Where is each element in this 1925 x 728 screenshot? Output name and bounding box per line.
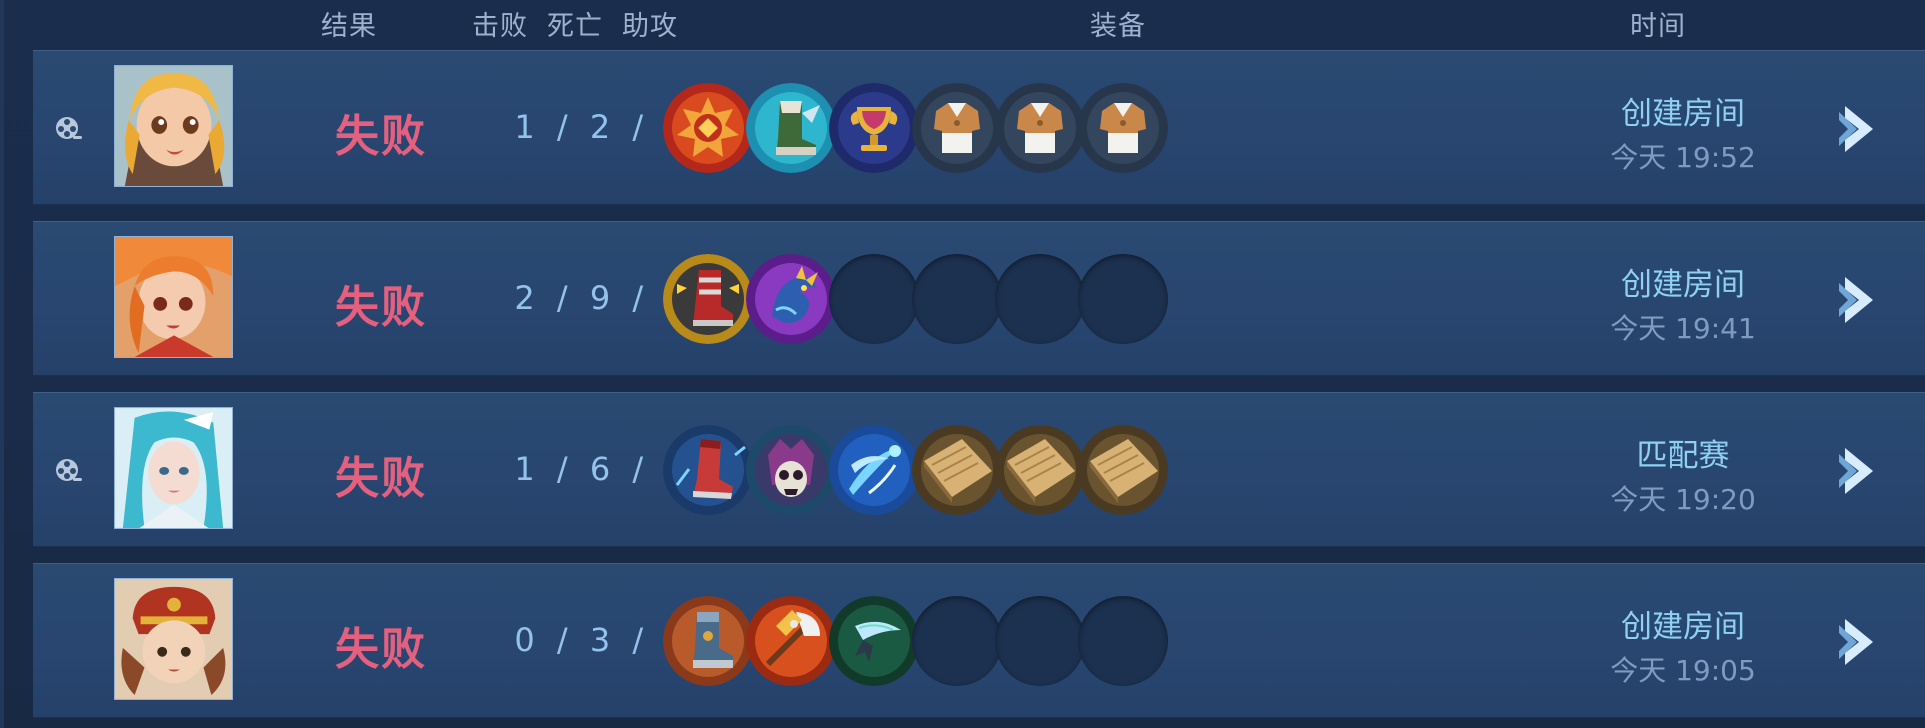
empty-item-slot — [912, 596, 1002, 686]
leather-armor-icon[interactable] — [912, 83, 1002, 173]
empty-item-slot — [912, 254, 1002, 344]
match-result: 失败 — [335, 282, 427, 333]
purple-dragon-icon[interactable] — [746, 254, 836, 344]
header-kills: 击败 — [472, 11, 528, 42]
game-mode: 匹配赛 — [1636, 438, 1730, 474]
chevron-right-icon[interactable] — [1833, 613, 1885, 671]
header-assists: 助攻 — [622, 11, 678, 42]
chevron-right-icon[interactable] — [1833, 442, 1885, 500]
winged-boots-icon[interactable] — [746, 83, 836, 173]
header-result: 结果 — [321, 11, 377, 42]
header-deaths: 死亡 — [547, 11, 603, 42]
skull-mask-icon[interactable] — [746, 425, 836, 515]
match-time: 今天 19:52 — [1610, 141, 1756, 174]
game-mode: 创建房间 — [1621, 96, 1745, 132]
match-result: 失败 — [335, 453, 427, 504]
empty-item-slot — [995, 254, 1085, 344]
match-row[interactable]: 失败 0 / 3 / 0 创建房间 今天 19:05 — [33, 563, 1925, 718]
green-dagger-icon[interactable] — [829, 596, 919, 686]
match-time: 今天 19:20 — [1610, 483, 1756, 516]
blue-wind-wand-icon[interactable] — [829, 425, 919, 515]
window-edge — [0, 0, 4, 728]
red-boots-icon[interactable] — [663, 425, 753, 515]
golden-chalice-icon[interactable] — [829, 83, 919, 173]
chevron-right-icon[interactable] — [1833, 100, 1885, 158]
match-time: 今天 19:05 — [1610, 654, 1756, 687]
armored-boots-icon[interactable] — [663, 596, 753, 686]
match-result: 失败 — [335, 111, 427, 162]
empty-item-slot — [1078, 596, 1168, 686]
game-mode: 创建房间 — [1621, 609, 1745, 645]
replay-film-icon[interactable] — [53, 456, 85, 488]
game-mode: 创建房间 — [1621, 267, 1745, 303]
empty-item-slot — [995, 596, 1085, 686]
table-header: 结果 击败 死亡 助攻 装备 时间 — [0, 0, 1925, 50]
hero-avatar[interactable] — [114, 407, 233, 529]
match-time: 今天 19:41 — [1610, 312, 1756, 345]
leather-armor-icon[interactable] — [995, 83, 1085, 173]
leather-armor-icon[interactable] — [1078, 83, 1168, 173]
hero-avatar[interactable] — [114, 65, 233, 187]
hero-avatar[interactable] — [114, 236, 233, 358]
empty-item-slot — [829, 254, 919, 344]
header-equipment: 装备 — [1090, 11, 1146, 42]
wooden-board-icon[interactable] — [912, 425, 1002, 515]
empty-item-slot — [1078, 254, 1168, 344]
match-result: 失败 — [335, 624, 427, 675]
chevron-right-icon[interactable] — [1833, 271, 1885, 329]
match-row[interactable]: 失败 1 / 2 / 0 创建房间 今天 19:52 — [33, 50, 1925, 205]
red-steel-boots-icon[interactable] — [663, 254, 753, 344]
fire-axe-icon[interactable] — [746, 596, 836, 686]
match-row[interactable]: 失败 1 / 6 / 1 匹配赛 今天 19:20 — [33, 392, 1925, 547]
match-row[interactable]: 失败 2 / 9 / 0 创建房间 今天 19:41 — [33, 221, 1925, 376]
hero-avatar[interactable] — [114, 578, 233, 700]
wooden-board-icon[interactable] — [995, 425, 1085, 515]
sun-shield-icon[interactable] — [663, 83, 753, 173]
wooden-board-icon[interactable] — [1078, 425, 1168, 515]
header-time: 时间 — [1630, 11, 1686, 42]
replay-film-icon[interactable] — [53, 114, 85, 146]
